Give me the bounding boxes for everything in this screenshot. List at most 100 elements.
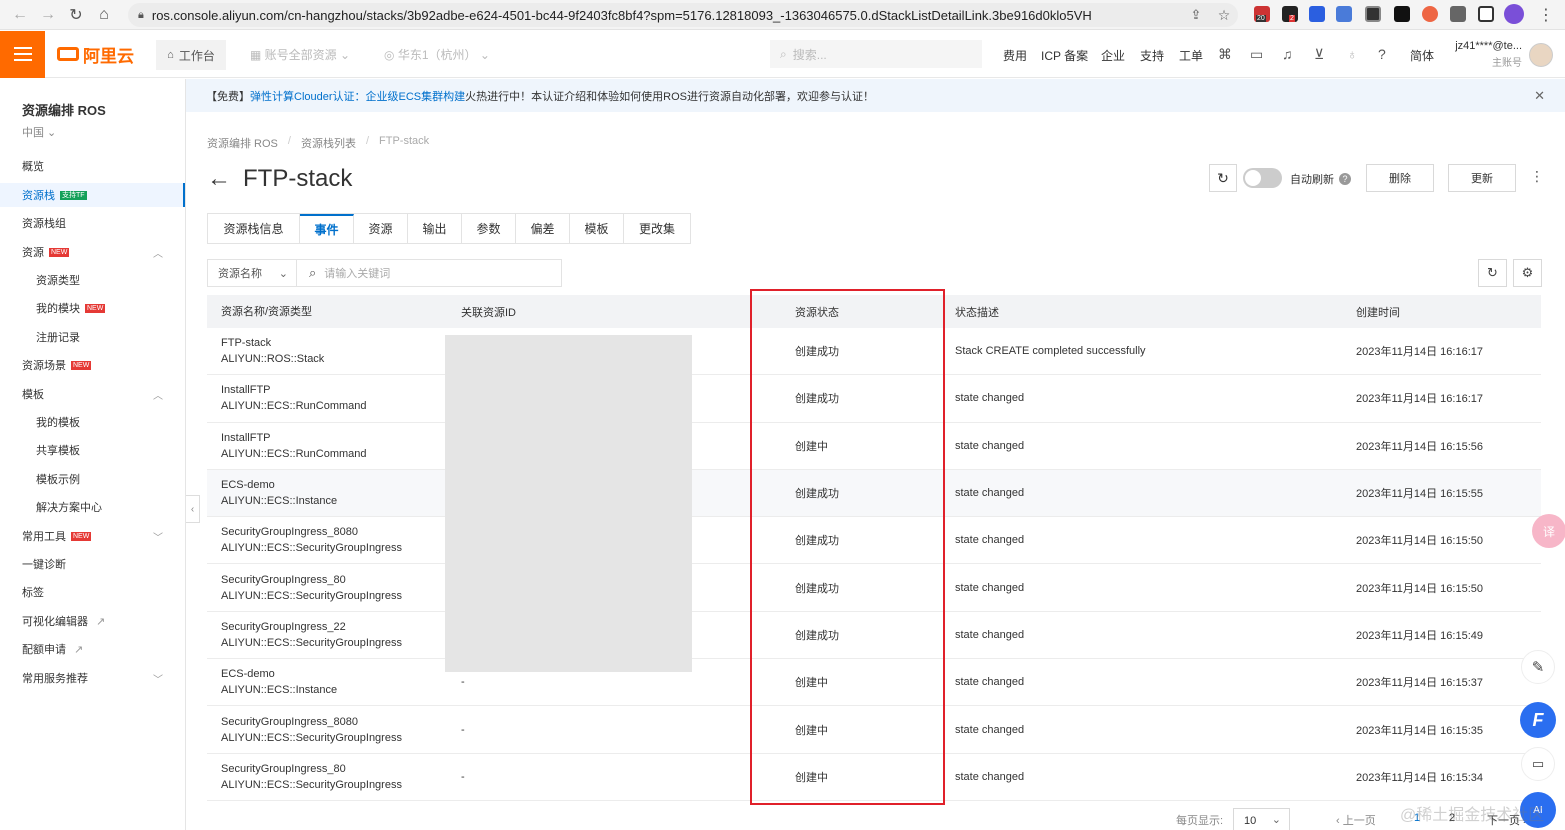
chat-button[interactable]: ▭	[1521, 747, 1555, 781]
status-description: state changed	[955, 487, 1025, 500]
extension-icon-7[interactable]	[1422, 6, 1438, 22]
account-menu[interactable]: jz41****@te... 主账号	[1448, 40, 1522, 69]
nav-enterprise[interactable]: 企业	[1101, 47, 1125, 64]
global-search-input[interactable]: ⌕ 搜索...	[770, 40, 982, 68]
nav-ticket[interactable]: 工单	[1179, 47, 1203, 64]
page-size-select[interactable]: 10 ⌄	[1233, 808, 1290, 830]
status-description: state changed	[955, 439, 1025, 452]
bell-icon[interactable]: ♫	[1282, 46, 1293, 62]
column-header: 关联资源ID	[461, 306, 516, 319]
table-refresh-button[interactable]: ↻	[1478, 259, 1507, 287]
sidebar-item-stack-groups[interactable]: 资源栈组	[0, 211, 185, 235]
sidebar-item-solutions[interactable]: 解决方案中心	[0, 495, 185, 519]
keyword-search-input[interactable]: ⌕ 请输入关键词	[296, 259, 562, 287]
avatar[interactable]	[1529, 43, 1553, 67]
tab-stack-info[interactable]: 资源栈信息	[208, 214, 300, 243]
puzzle-icon[interactable]	[1450, 6, 1466, 22]
bulb-icon[interactable]: ♁	[1347, 46, 1358, 62]
update-button[interactable]: 更新	[1448, 164, 1516, 192]
sidebar-item-diagnosis[interactable]: 一键诊断	[0, 552, 185, 576]
extension-icon-4[interactable]	[1336, 6, 1352, 22]
sidebar-item-recommended[interactable]: 常用服务推荐 ﹀	[0, 666, 185, 690]
tab-template[interactable]: 模板	[570, 214, 624, 243]
extension-icon-2[interactable]: 2	[1282, 6, 1298, 22]
delete-button[interactable]: 删除	[1366, 164, 1434, 192]
extension-icon-5[interactable]	[1365, 6, 1381, 22]
translate-widget[interactable]: 译	[1532, 514, 1565, 548]
menu-icon[interactable]	[0, 30, 45, 78]
created-time: 2023年11月14日 16:16:17	[1356, 393, 1483, 406]
forward-icon[interactable]: →	[34, 1, 62, 29]
share-icon[interactable]: ⇪	[1182, 1, 1210, 29]
api-icon[interactable]: ⌘	[1218, 46, 1232, 63]
sidebar-item-stacks[interactable]: 资源栈 支持TF	[0, 183, 185, 207]
lang-switch[interactable]: 简体	[1410, 47, 1434, 64]
extension-icon-3[interactable]	[1309, 6, 1325, 22]
nav-billing[interactable]: 费用	[1003, 47, 1027, 64]
sidebar-item-shared-templates[interactable]: 共享模板	[0, 438, 185, 462]
tab-parameters[interactable]: 参数	[462, 214, 516, 243]
sidebar-item-tags[interactable]: 标签	[0, 580, 185, 604]
sidebar-item-resources[interactable]: 资源 NEW ︿	[0, 240, 185, 264]
notice-link[interactable]: 弹性计算Clouder认证：企业级ECS集群构建	[250, 88, 465, 104]
nav-support[interactable]: 支持	[1140, 47, 1164, 64]
filter-field-select[interactable]: 资源名称 ⌄	[207, 259, 297, 287]
workbench-button[interactable]: ⌂ 工作台	[156, 40, 226, 70]
extension-icon-1[interactable]: 20	[1254, 6, 1270, 22]
assistant-button[interactable]: F	[1520, 702, 1556, 738]
auto-refresh-toggle[interactable]	[1243, 168, 1282, 188]
sidebar-collapse-button[interactable]: ‹	[186, 495, 200, 523]
sidebar-item-visual-editor[interactable]: 可视化编辑器 ↗	[0, 609, 185, 633]
sidebar-item-scenarios[interactable]: 资源场景 NEW	[0, 353, 185, 377]
profile-icon[interactable]	[1504, 4, 1524, 24]
breadcrumb-item[interactable]: 资源编排 ROS	[207, 135, 278, 151]
reload-icon[interactable]: ↻	[62, 1, 90, 29]
home-icon[interactable]: ⌂	[90, 1, 118, 29]
sidebar-item-resource-types[interactable]: 资源类型	[0, 268, 185, 292]
sidebar-item-overview[interactable]: 概览	[0, 154, 185, 178]
close-icon[interactable]: ✕	[1534, 88, 1545, 104]
region-select[interactable]: ◎ 华东1（杭州） ⌄	[384, 46, 490, 63]
resource-scope-select[interactable]: ▦ 账号全部资源 ⌄	[250, 46, 350, 63]
address-bar[interactable]: 🔒︎ ros.console.aliyun.com/cn-hangzhou/st…	[128, 3, 1238, 27]
tab-outputs[interactable]: 输出	[408, 214, 462, 243]
sidebar-item-quota[interactable]: 配额申请 ↗	[0, 637, 185, 661]
breadcrumb-item[interactable]: 资源栈列表	[301, 135, 356, 151]
sidebar-item-label: 资源栈组	[22, 218, 66, 230]
edit-feedback-button[interactable]: ✎	[1521, 650, 1555, 684]
bookmark-star-icon[interactable]: ☆	[1210, 1, 1238, 29]
back-arrow-icon[interactable]: ←	[207, 165, 231, 193]
search-icon: ⌕	[780, 46, 787, 61]
terminal-icon[interactable]: ▭	[1250, 46, 1263, 63]
more-icon[interactable]: ⋮	[1530, 168, 1544, 185]
sidebar-item-my-templates[interactable]: 我的模板	[0, 410, 185, 434]
sidebar-item-registrations[interactable]: 注册记录	[0, 325, 185, 349]
tab-change-sets[interactable]: 更改集	[624, 214, 690, 243]
status-description: state changed	[955, 676, 1025, 689]
tab-bar: 资源栈信息 事件 资源 输出 参数 偏差 模板 更改集	[207, 213, 691, 244]
resource-type: ALIYUN::ECS::Instance	[221, 495, 338, 508]
help-icon[interactable]: ?	[1339, 173, 1351, 185]
sidepanel-icon[interactable]	[1478, 6, 1494, 22]
region-switch[interactable]: 中国 ⌄	[22, 124, 56, 140]
sidebar-item-tools[interactable]: 常用工具 NEW ﹀	[0, 524, 185, 548]
tab-drift[interactable]: 偏差	[516, 214, 570, 243]
sidebar-item-my-modules[interactable]: 我的模块 NEW	[0, 296, 185, 320]
help-icon[interactable]: ?	[1378, 46, 1386, 62]
resource-type: ALIYUN::ECS::RunCommand	[221, 447, 367, 460]
prev-page-button[interactable]: ‹ 上一页	[1336, 812, 1376, 828]
extension-icon-6[interactable]	[1394, 6, 1410, 22]
status-description: state changed	[955, 723, 1025, 736]
cart-icon[interactable]: ⊻	[1314, 46, 1324, 63]
back-icon[interactable]: ←	[6, 1, 34, 29]
browser-menu-icon[interactable]: ⋮	[1532, 1, 1560, 29]
tab-events[interactable]: 事件	[300, 214, 354, 243]
sidebar-item-templates[interactable]: 模板 ︿	[0, 382, 185, 406]
sidebar-item-template-samples[interactable]: 模板示例	[0, 467, 185, 491]
table-settings-button[interactable]: ⚙	[1513, 259, 1542, 287]
refresh-button[interactable]: ↻	[1209, 164, 1237, 192]
nav-icp[interactable]: ICP 备案	[1041, 47, 1088, 64]
tab-resources[interactable]: 资源	[354, 214, 408, 243]
chevron-down-icon: ⌄	[1271, 814, 1281, 826]
aliyun-logo[interactable]: 阿里云	[57, 42, 143, 67]
